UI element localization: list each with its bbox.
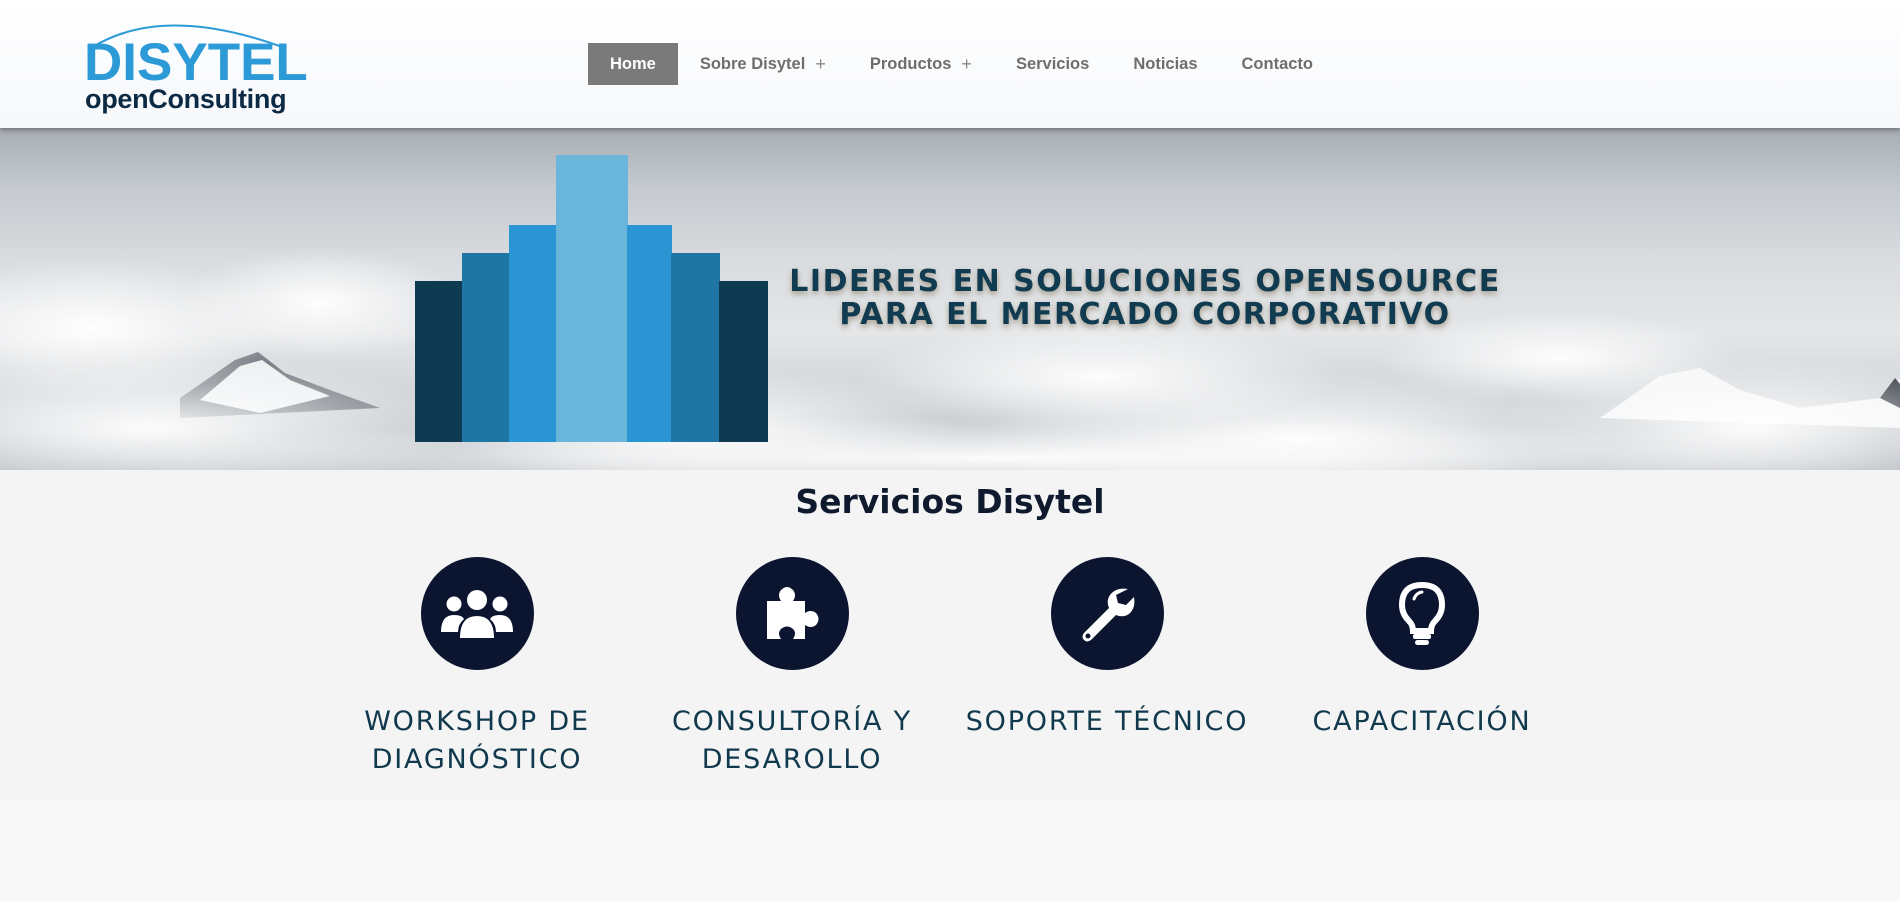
nav-home-label: Home	[610, 54, 656, 73]
service-label: CAPACITACIÓN	[1312, 706, 1532, 737]
nav-sobre-disytel[interactable]: Sobre Disytel +	[678, 43, 848, 85]
nav-noticias[interactable]: Noticias	[1111, 43, 1219, 85]
plus-icon[interactable]: +	[815, 54, 826, 75]
plus-icon[interactable]: +	[961, 54, 972, 75]
nav-contacto-label: Contacto	[1241, 54, 1314, 73]
lightbulb-icon[interactable]	[1365, 557, 1479, 670]
disytel-logo[interactable]: DISYTEL openConsulting	[80, 8, 310, 123]
service-workshop[interactable]: WORKSHOP DE DIAGNÓSTICO	[327, 557, 627, 779]
service-soporte[interactable]: SOPORTE TÉCNICO	[957, 557, 1257, 741]
users-icon[interactable]	[420, 557, 534, 670]
nav-home[interactable]: Home	[588, 43, 678, 85]
nav-servicios-label: Servicios	[1015, 54, 1090, 73]
service-label: SOPORTE TÉCNICO	[965, 706, 1249, 737]
puzzle-icon[interactable]	[735, 557, 849, 670]
hero-line-2: PARA EL MERCADO CORPORATIVO	[839, 297, 1451, 332]
nav-contacto[interactable]: Contacto	[1220, 43, 1336, 85]
nav-servicios[interactable]: Servicios	[994, 43, 1111, 85]
hero-banner: LIDERES EN SOLUCIONES OPENSOURCE PARA EL…	[0, 128, 1900, 470]
hero-line-1: LIDERES EN SOLUCIONES OPENSOURCE	[789, 264, 1501, 299]
main-nav: Home Sobre Disytel + Productos + Servici…	[588, 43, 1335, 85]
site-header: DISYTEL openConsulting Home Sobre Disyte…	[0, 0, 1900, 128]
bars-graphic	[415, 155, 768, 442]
service-capacitacion[interactable]: CAPACITACIÓN	[1272, 557, 1572, 741]
nav-productos[interactable]: Productos +	[848, 43, 994, 85]
hero-heading: LIDERES EN SOLUCIONES OPENSOURCE PARA EL…	[770, 265, 1520, 331]
nav-noticias-label: Noticias	[1133, 54, 1198, 73]
service-consultoria[interactable]: CONSULTORÍA Y DESAROLLO	[642, 557, 942, 779]
nav-productos-label: Productos	[869, 54, 952, 73]
logo-wordmark: DISYTEL	[84, 33, 308, 92]
logo-tagline: openConsulting	[85, 84, 287, 114]
service-label: WORKSHOP DE DIAGNÓSTICO	[364, 706, 590, 775]
wrench-icon[interactable]	[1050, 557, 1164, 670]
services-section: Servicios Disytel WORKSHOP DE DIAGNÓSTIC…	[0, 470, 1900, 800]
services-title: Servicios Disytel	[795, 482, 1105, 521]
service-label: CONSULTORÍA Y DESAROLLO	[672, 706, 912, 775]
nav-sobre-disytel-label: Sobre Disytel	[699, 54, 806, 73]
